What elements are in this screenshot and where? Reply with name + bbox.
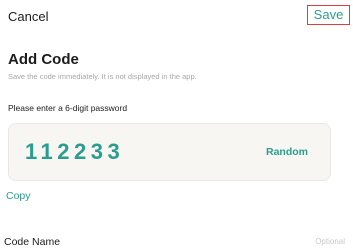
password-label: Please enter a 6-digit password bbox=[8, 103, 128, 113]
add-code-screen: Cancel Save Add Code Save the code immed… bbox=[0, 0, 353, 250]
code-name-input[interactable] bbox=[195, 232, 345, 250]
password-field[interactable]: 112233 Random bbox=[8, 123, 331, 181]
password-value[interactable]: 112233 bbox=[25, 139, 124, 165]
cancel-button[interactable]: Cancel bbox=[8, 9, 48, 24]
copy-button[interactable]: Copy bbox=[6, 190, 31, 202]
code-name-label: Code Name bbox=[4, 236, 61, 248]
page-subtitle: Save the code immediately. It is not dis… bbox=[8, 72, 197, 81]
page-title: Add Code bbox=[8, 51, 79, 68]
save-button[interactable]: Save bbox=[307, 5, 350, 25]
random-button[interactable]: Random bbox=[266, 146, 308, 158]
